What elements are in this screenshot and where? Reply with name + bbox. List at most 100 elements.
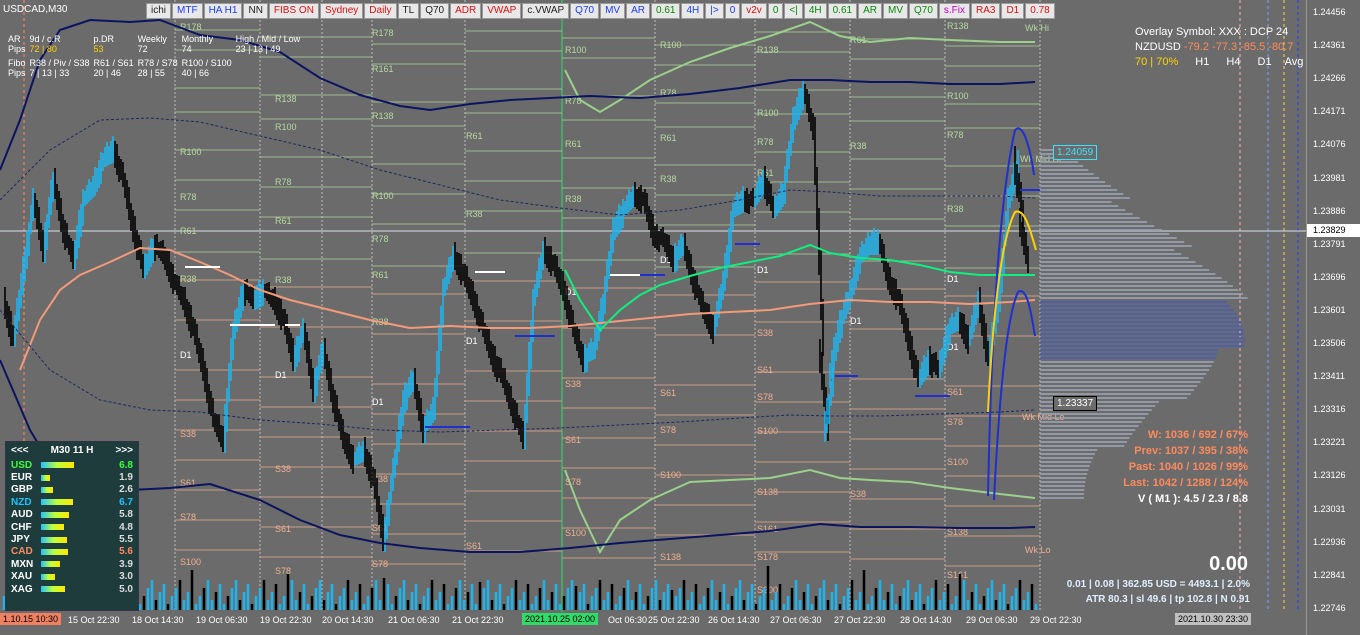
toolbar-button-24[interactable]: AR	[858, 3, 882, 19]
toolbar-button-17[interactable]: |>	[705, 3, 724, 19]
toolbar-button-13[interactable]: MV	[600, 3, 626, 19]
fib-label: D1	[757, 265, 769, 275]
strength-value: 5.8	[119, 509, 133, 521]
toolbar-button-18[interactable]: 0	[724, 3, 741, 19]
fib-label: R78	[372, 234, 389, 244]
risk-info-line1: 0.01 | 0.08 | 362.85 USD = 4493.1 | 2.0%	[1066, 579, 1250, 590]
stat-cell: Weekly	[137, 34, 167, 44]
toolbar-button-15[interactable]: 0.61	[650, 3, 681, 19]
stat-cell: 72	[137, 44, 148, 54]
fib-label: S61	[757, 365, 773, 375]
toolbar-button-8[interactable]: Q70	[420, 3, 450, 19]
overlay-col-h4: H4	[1226, 56, 1241, 68]
toolbar-button-11[interactable]: c.VWAP	[522, 3, 570, 19]
toolbar-button-30[interactable]: 0.78	[1025, 3, 1055, 19]
week-level-label: Wk Hi	[1025, 23, 1049, 33]
week-level-label: Wk Lo	[1025, 545, 1051, 555]
stat-cell: 23 | 13 | 49	[235, 44, 281, 54]
overlay-values: -79.2 -77.3 -85.5 -80.7	[1183, 41, 1294, 53]
toolbar-button-0[interactable]: ichi	[146, 3, 172, 19]
fib-label: S38	[275, 464, 291, 474]
fib-label: S161	[947, 570, 968, 580]
strength-bar	[41, 511, 69, 518]
toolbar-button-23[interactable]: 0.61	[827, 3, 858, 19]
panel-prev-button[interactable]: <<<	[11, 445, 29, 456]
toolbar-button-29[interactable]: D1	[1001, 3, 1025, 19]
time-tick: 21 Oct 22:30	[452, 615, 504, 625]
price-axis[interactable]: 1.23829 1.24456 1.24361 1.24266 1.24171 1.24…	[1306, 0, 1360, 635]
toolbar-button-12[interactable]: Q70	[570, 3, 600, 19]
fib-label: S78	[757, 392, 773, 402]
strength-value: 1.9	[119, 472, 133, 484]
toolbar-button-21[interactable]: <|	[784, 3, 803, 19]
fib-label: R78	[947, 130, 964, 140]
toolbar-button-1[interactable]: MTF	[172, 3, 203, 19]
toolbar-button-22[interactable]: 4H	[803, 3, 827, 19]
strength-bar	[41, 548, 68, 555]
fib-label: R61	[565, 139, 582, 149]
fib-label: S100	[660, 470, 681, 480]
toolbar-button-25[interactable]: MV	[882, 3, 908, 19]
toolbar-button-7[interactable]: TL	[397, 3, 420, 19]
overlay-title: Overlay Symbol: XXX : DCP 24	[1135, 26, 1289, 38]
fib-label: S100	[180, 557, 201, 567]
toolbar-button-19[interactable]: v2v	[741, 3, 767, 19]
high-price-tag: 1.24059	[1053, 145, 1098, 160]
toolbar-button-27[interactable]: s.Fix	[938, 3, 970, 19]
toolbar-button-16[interactable]: 4H	[681, 3, 705, 19]
time-tick: 19 Oct 06:30	[196, 615, 248, 625]
risk-info: 0.01 | 0.08 | 362.85 USD = 4493.1 | 2.0%…	[1067, 577, 1250, 607]
toolbar-button-2[interactable]: HA H1	[203, 3, 243, 19]
toolbar-button-5[interactable]: Sydney	[319, 3, 364, 19]
fib-label: R100	[565, 45, 587, 55]
chart-area[interactable]: R178 R100 R78 R61 R38 D1 S38 S61 S78 S100 R138 R100…	[0, 0, 1306, 635]
strength-row-nzd: NZD 6.7	[6, 496, 138, 508]
symbol-label: USDCAD,M30	[3, 4, 68, 15]
strength-bar	[41, 536, 68, 543]
fib-label: R100	[372, 191, 394, 201]
overlay-col-h1: H1	[1195, 56, 1210, 68]
panel-next-button[interactable]: >>>	[115, 445, 133, 456]
toolbar-button-10[interactable]: VWAP	[482, 3, 522, 19]
stat-cell: R78 / S78	[137, 58, 178, 68]
price-tick: 1.24456	[1313, 7, 1346, 17]
price-tick: 1.23791	[1313, 238, 1346, 249]
strength-bar	[41, 462, 74, 469]
strength-currency: NZD	[11, 496, 32, 508]
toolbar-button-9[interactable]: ADR	[450, 3, 482, 19]
low-price-tag: 1.23337	[1053, 396, 1098, 411]
weekly-last: Last: 1042 / 1288 / 124%	[1123, 477, 1248, 489]
currency-strength-panel: <<< M30 11 H >>> USD 6.8 EUR 1.9 GBP 2.6 NZD 6.…	[5, 441, 139, 611]
stat-cell: Monthly	[181, 34, 214, 44]
fib-label: S138	[660, 552, 681, 562]
fib-label: D1	[466, 336, 478, 346]
toolbar-button-6[interactable]: Daily	[364, 3, 397, 19]
fib-label: S100	[947, 457, 968, 467]
toolbar-button-3[interactable]: NN	[243, 3, 268, 19]
toolbar-button-26[interactable]: Q70	[908, 3, 938, 19]
fib-label: S138	[757, 487, 778, 497]
fib-label: R138	[275, 94, 297, 104]
price-tick: 1.24361	[1313, 40, 1346, 51]
strength-bar	[41, 561, 60, 568]
toolbar-button-14[interactable]: AR	[626, 3, 650, 19]
fib-label: R100	[180, 147, 202, 157]
overlay-pair: NZDUSD	[1135, 41, 1181, 53]
toolbar-button-4[interactable]: FIBS ON	[268, 3, 319, 19]
price-plot[interactable]: R178 R100 R78 R61 R38 D1 S38 S61 S78 S100 R138 R100…	[0, 0, 1306, 612]
fib-label: S61	[660, 388, 676, 398]
stat-cell: p.DR	[93, 34, 115, 44]
fib-label: R38	[850, 141, 867, 151]
vwap-lower-band	[564, 468, 1036, 555]
time-tick: Oct 06:30	[608, 615, 648, 625]
toolbar-button-28[interactable]: RA3	[971, 3, 1001, 19]
toolbar-button-20[interactable]: 0	[767, 3, 784, 19]
risk-info-line2: ATR 80.3 | sl 49.6 | tp 102.8 | N 0.91	[1085, 594, 1250, 605]
time-tick: 29 Oct 22:30	[1030, 615, 1082, 625]
adr-stats: AR 9d / c.R p.DR Weekly Monthly High / Mid / …	[8, 34, 304, 78]
price-tick: 1.23601	[1313, 304, 1346, 315]
time-tick: 19 Oct 22:30	[260, 615, 312, 625]
fib-label: S38	[180, 429, 196, 439]
strength-bar	[41, 486, 54, 493]
fib-label: R38	[947, 204, 964, 214]
